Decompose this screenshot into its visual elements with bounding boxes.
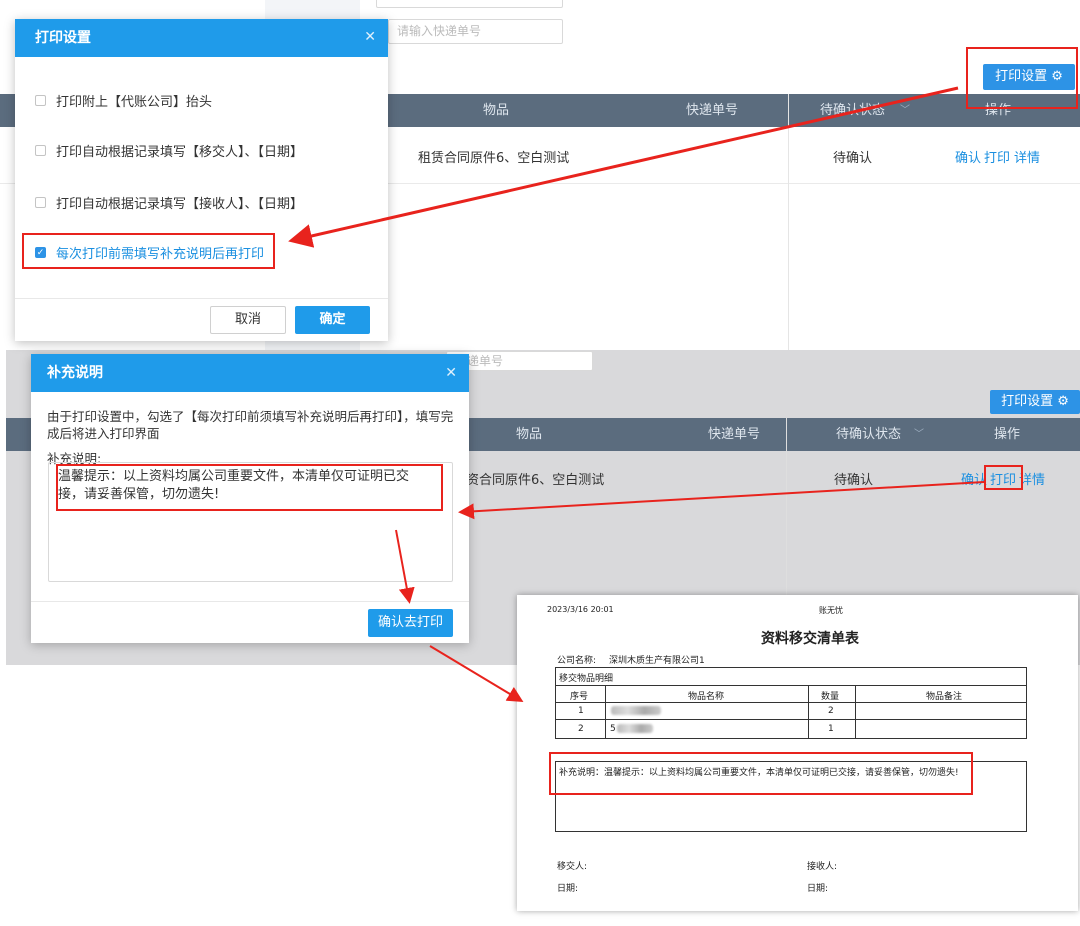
- arrow-print-to-textarea: [458, 481, 985, 520]
- arrow-textarea-to-button: [395, 529, 415, 604]
- arrow-button-to-preview: [429, 645, 524, 703]
- arrow-settings-to-option: [288, 86, 959, 248]
- annotation-arrows: [288, 86, 985, 703]
